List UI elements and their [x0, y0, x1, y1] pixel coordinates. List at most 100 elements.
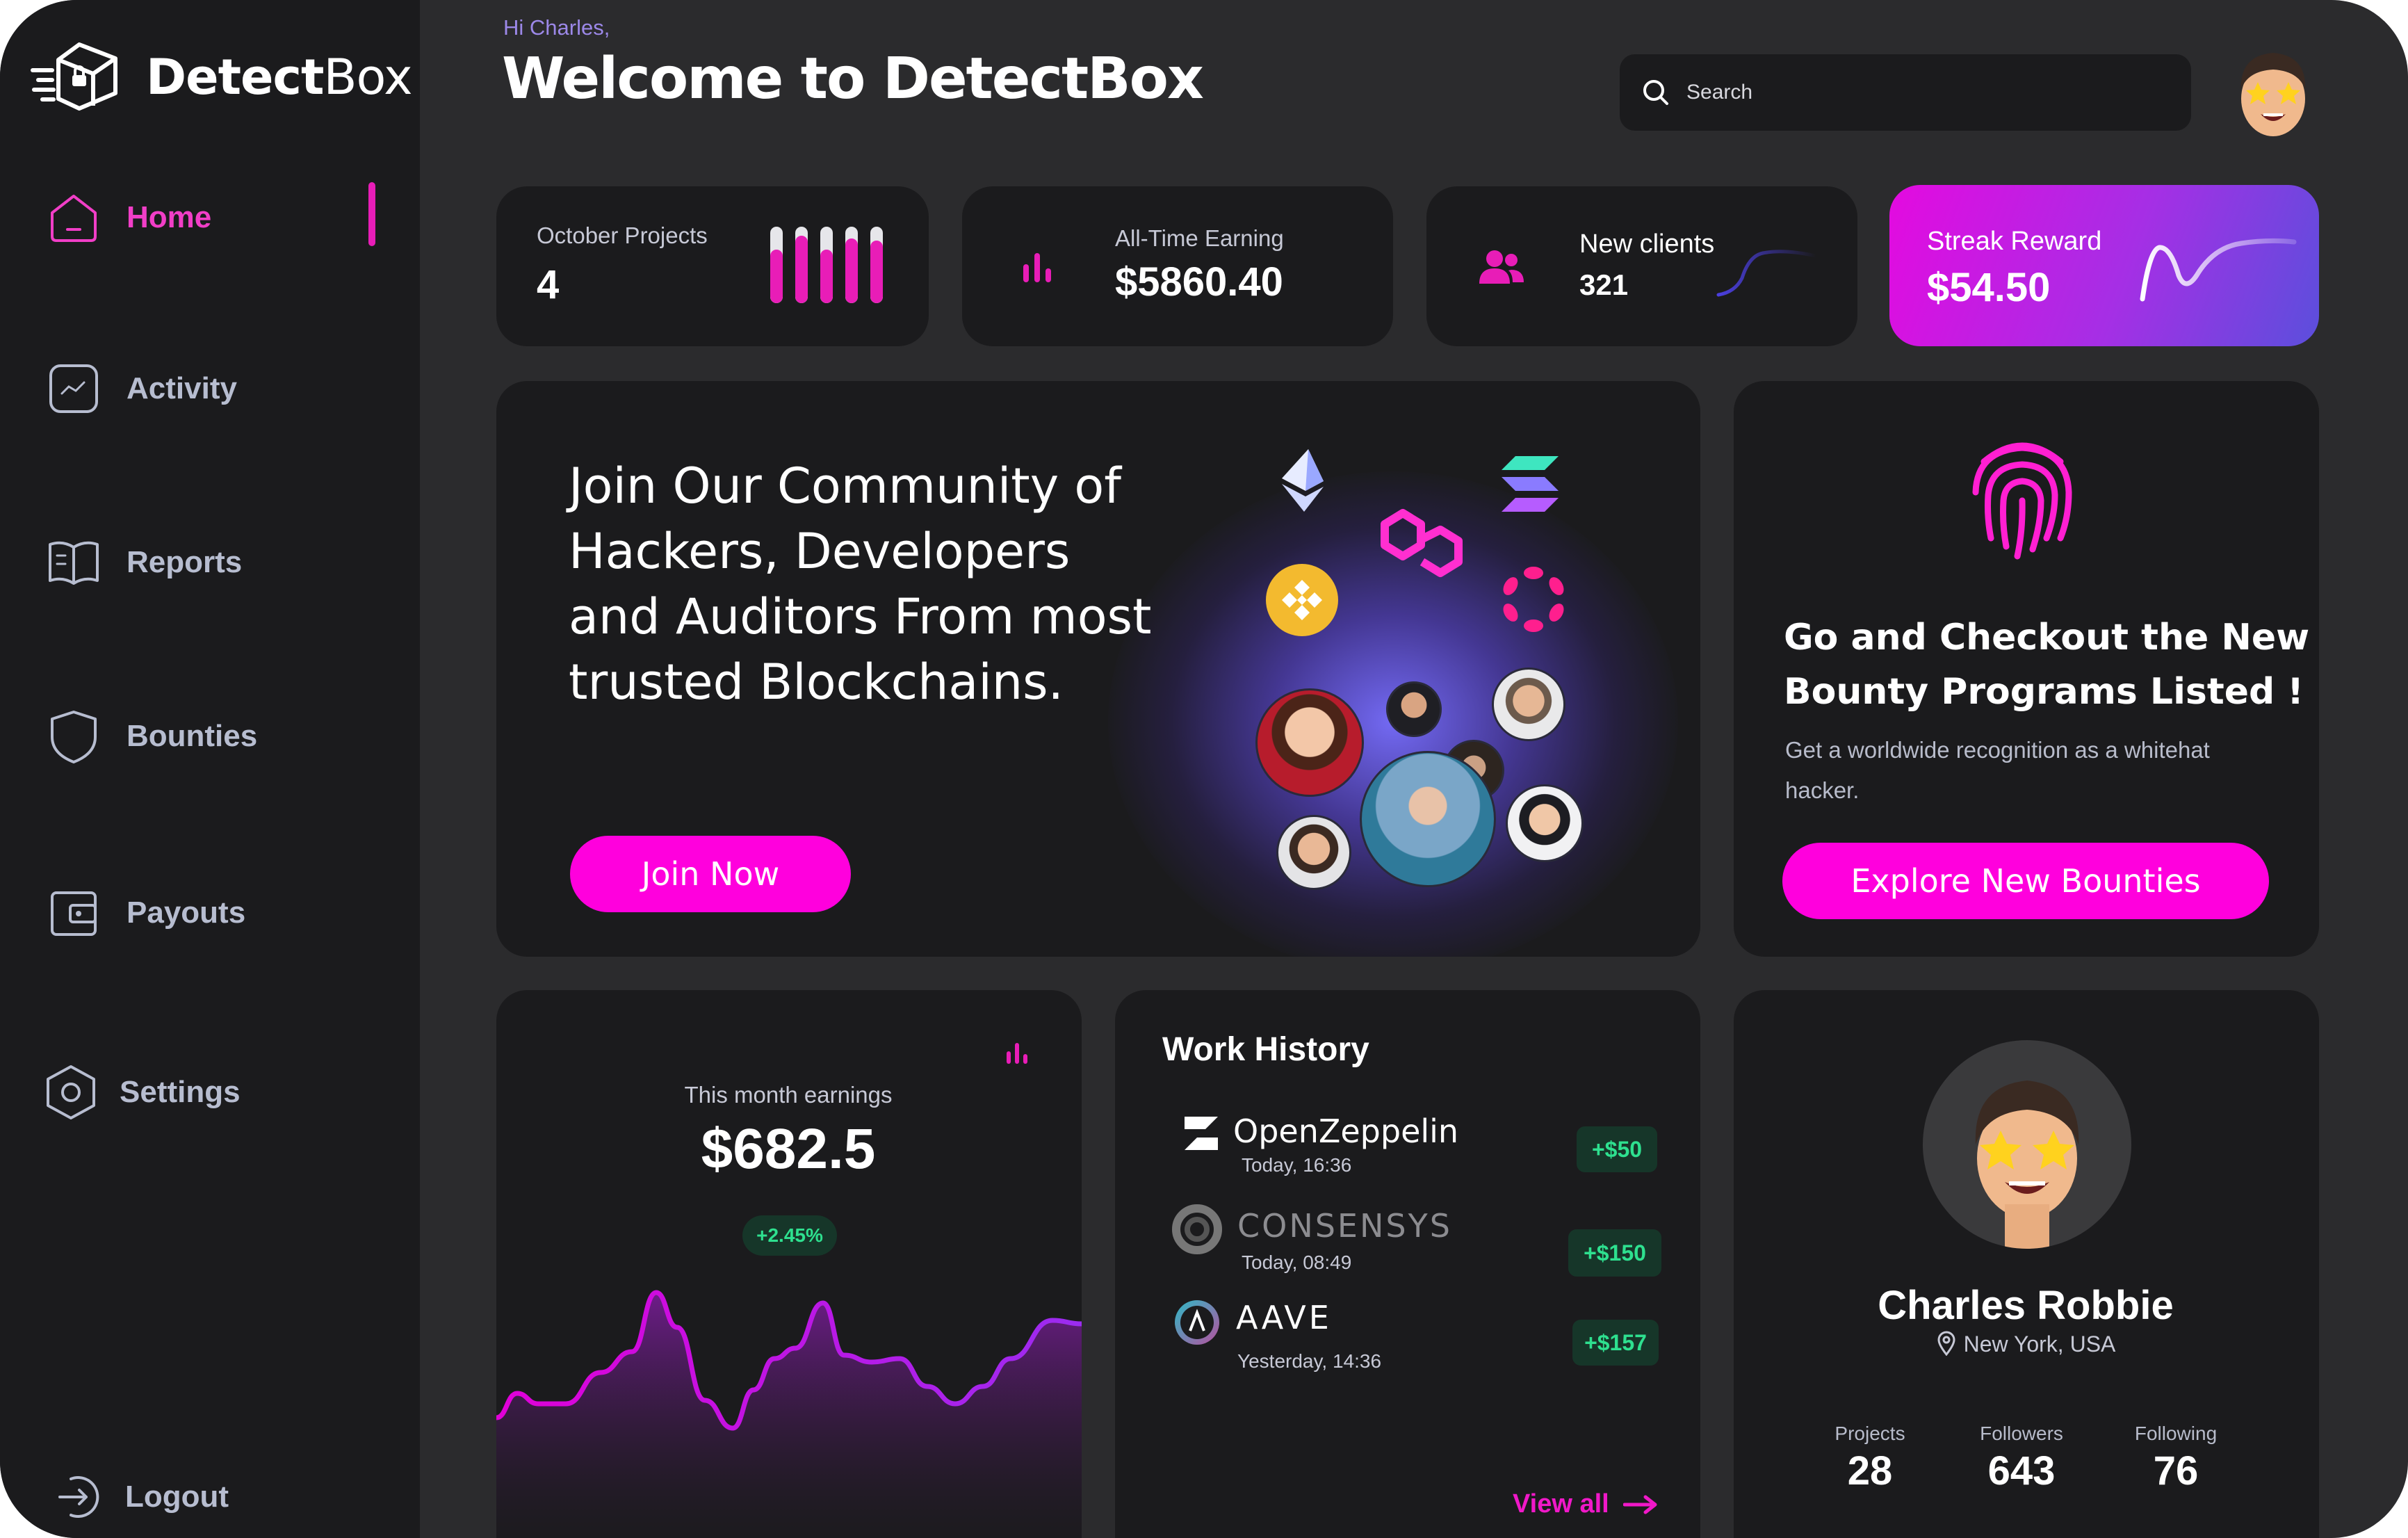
community-member-avatar [1386, 681, 1442, 737]
clients-trend-sparkline [1716, 250, 1818, 297]
stat-label: Streak Reward [1927, 227, 2102, 256]
sidebar-item-activity[interactable]: Activity [44, 350, 392, 427]
fingerprint-icon [1972, 442, 2072, 560]
community-member-avatar [1360, 751, 1496, 887]
consensys-logo-icon [1172, 1204, 1222, 1254]
stat-value-projects: 28 [1847, 1448, 1893, 1494]
polygon-icon [1381, 509, 1463, 577]
progress-bar [870, 227, 883, 303]
arrow-right-icon [1622, 1495, 1657, 1514]
stat-card-earning: All-Time Earning $5860.40 [962, 186, 1393, 346]
stat-label: New clients [1579, 229, 1715, 259]
earnings-change-badge: +2.45% [742, 1215, 837, 1256]
profile-location: New York, USA [1734, 1331, 2318, 1357]
sidebar-item-home[interactable]: Home [44, 179, 392, 256]
book-icon [44, 533, 103, 592]
stat-card-streak: Streak Reward $54.50 [1889, 185, 2319, 346]
sidebar-item-payouts[interactable]: Payouts [44, 875, 392, 951]
stat-value-following[interactable]: 76 [2106, 1448, 2245, 1494]
logout-icon [50, 1468, 108, 1526]
sidebar-item-label: Payouts [127, 896, 246, 930]
explore-bounties-button[interactable]: Explore New Bounties [1782, 843, 2269, 919]
progress-bar-fill [870, 240, 883, 303]
brand-name: DetectBox [146, 49, 413, 106]
profile-avatar[interactable] [1923, 1040, 2131, 1249]
stat-label-followers[interactable]: Followers [1952, 1423, 2091, 1445]
earnings-value: $682.5 [701, 1117, 876, 1181]
join-now-button[interactable]: Join Now [570, 836, 851, 912]
brand-logo[interactable]: DetectBox [31, 39, 413, 122]
bounty-heading: Go and Checkout the New Bounty Programs … [1784, 617, 2310, 713]
company-name: AAVE [1236, 1299, 1332, 1336]
community-member-avatar [1506, 784, 1584, 862]
detectbox-logo-icon [31, 42, 117, 111]
sidebar-item-reports[interactable]: Reports [44, 524, 392, 601]
sidebar-item-bounties[interactable]: Bounties [44, 698, 392, 775]
work-date: Today, 08:49 [1242, 1252, 1352, 1273]
progress-bar [770, 227, 783, 303]
payout-amount-badge: +$50 [1577, 1126, 1657, 1172]
progress-bar-fill [795, 236, 808, 303]
stat-card-clients: New clients 321 [1426, 186, 1857, 346]
user-avatar[interactable] [2231, 43, 2315, 140]
logout-label: Logout [125, 1480, 229, 1514]
view-all-label: View all [1513, 1489, 1609, 1519]
stat-label: October Projects [537, 222, 708, 248]
progress-bar [795, 227, 808, 303]
community-member-avatar [1255, 688, 1364, 797]
sidebar-item-label: Reports [127, 545, 243, 579]
bounty-subtitle: Get a worldwide recognition as a whiteha… [1785, 737, 2210, 803]
progress-bar-fill [770, 250, 783, 303]
page-title: Welcome to DetectBox [502, 46, 1204, 112]
monthly-earnings-card [496, 990, 1082, 1538]
shield-icon [44, 707, 103, 766]
stat-value-followers[interactable]: 643 [1952, 1448, 2091, 1494]
earnings-label: This month earnings [684, 1082, 893, 1108]
progress-bar [845, 227, 858, 303]
sidebar-item-label: Bounties [127, 719, 258, 753]
community-member-avatar [1492, 667, 1565, 741]
stat-label-following[interactable]: Following [2106, 1423, 2245, 1445]
location-pin-icon [1937, 1331, 1955, 1357]
work-history-title: Work History [1162, 1031, 1369, 1068]
greeting: Hi Charles, [503, 15, 610, 40]
profile-name: Charles Robbie [1878, 1283, 2174, 1328]
polkadot-icon [1503, 567, 1564, 632]
payout-amount-badge: +$157 [1572, 1320, 1659, 1366]
sidebar-item-label: Home [127, 200, 212, 234]
aave-logo-icon [1175, 1300, 1219, 1345]
sidebar-item-label: Activity [127, 371, 237, 405]
app-window: DetectBox Home Activity Reports Bounties… [0, 0, 2408, 1538]
view-all-link[interactable]: View all [1513, 1489, 1658, 1519]
streak-sparkline [2140, 238, 2297, 302]
openzeppelin-logo-icon [1185, 1117, 1218, 1150]
hexagon-gear-icon [42, 1063, 100, 1122]
stat-value: $5860.40 [1115, 259, 1283, 305]
promo-heading: Join Our Community of Hackers, Developer… [569, 458, 1152, 711]
progress-bar-fill [845, 238, 858, 303]
company-name: OpenZeppelin [1233, 1112, 1459, 1150]
company-name: CONSENSYS [1237, 1207, 1452, 1245]
active-nav-indicator [368, 182, 375, 246]
stat-value: 4 [537, 262, 560, 307]
earnings-chart [496, 1290, 1082, 1538]
solana-icon [1502, 456, 1559, 512]
home-icon [44, 188, 103, 247]
stat-value: $54.50 [1927, 265, 2051, 310]
search-bar[interactable] [1620, 54, 2191, 131]
sidebar-item-settings[interactable]: Settings [42, 1054, 389, 1131]
wallet-icon [44, 884, 103, 942]
sidebar: DetectBox Home Activity Reports Bounties… [0, 0, 420, 1538]
bnb-icon [1266, 564, 1338, 636]
bar-chart-icon[interactable] [1005, 1042, 1030, 1065]
search-input[interactable] [1686, 81, 2173, 104]
users-icon [1479, 250, 1524, 284]
progress-bar [820, 227, 833, 303]
stat-value: 321 [1579, 268, 1629, 301]
payout-amount-badge: +$150 [1568, 1229, 1661, 1277]
logout-button[interactable]: Logout [50, 1459, 398, 1535]
search-icon [1643, 80, 1668, 105]
bar-chart-icon [1023, 253, 1051, 282]
community-member-avatar [1276, 815, 1351, 890]
sidebar-item-label: Settings [120, 1075, 241, 1109]
